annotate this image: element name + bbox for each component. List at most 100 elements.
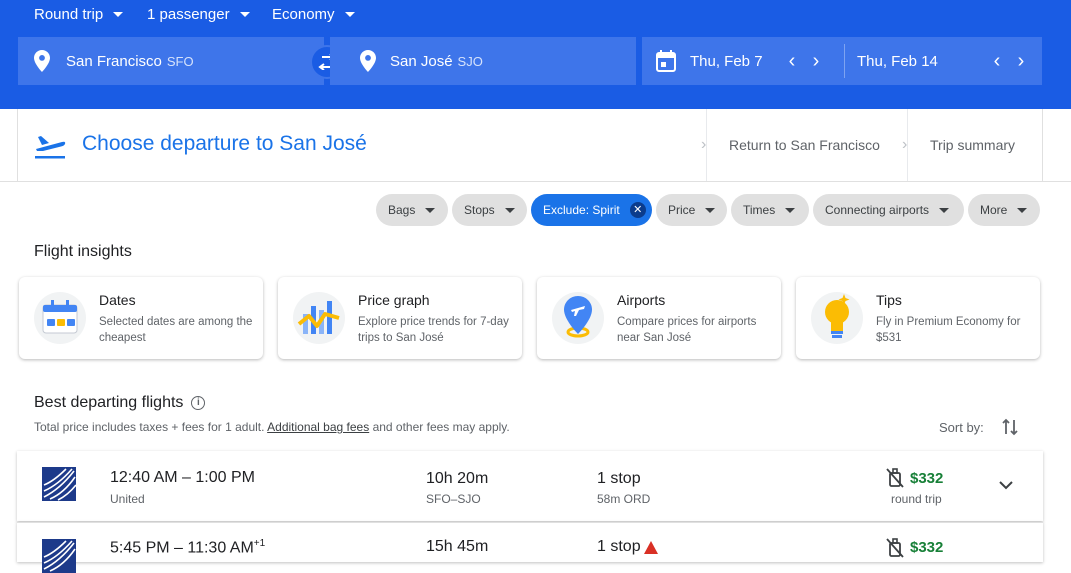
card-title: Dates bbox=[99, 292, 136, 308]
return-date[interactable]: Thu, Feb 14 bbox=[857, 53, 985, 70]
row-divider bbox=[17, 522, 1043, 523]
calendar-icon bbox=[34, 292, 86, 344]
no-carry-on-bag-icon bbox=[886, 538, 904, 558]
date-divider bbox=[844, 44, 845, 78]
results-heading: Best departing flights i bbox=[34, 394, 206, 412]
results-heading-text: Best departing flights bbox=[34, 394, 184, 411]
chip-label: Exclude: Spirit bbox=[543, 203, 620, 217]
more-filters[interactable]: More bbox=[968, 194, 1040, 226]
chevron-down-icon bbox=[705, 207, 716, 213]
price-note-suffix: and other fees may apply. bbox=[372, 420, 510, 434]
info-icon[interactable]: i bbox=[191, 396, 206, 410]
current-step-title: Choose departure to San José bbox=[82, 132, 367, 155]
airport-pin-icon bbox=[552, 292, 604, 344]
price-note-round-trip: round trip bbox=[891, 492, 942, 506]
card-title: Airports bbox=[617, 292, 666, 308]
sort-icon bbox=[1002, 418, 1018, 436]
step-chevron-icon: › bbox=[902, 136, 908, 154]
warning-icon bbox=[644, 541, 658, 554]
flight-duration: 10h 20m bbox=[426, 470, 489, 487]
search-bar: Round trip 1 passenger Economy San Franc… bbox=[0, 0, 1071, 109]
flight-duration: 15h 45m bbox=[426, 538, 489, 555]
price-filter[interactable]: Price bbox=[656, 194, 727, 226]
insight-card-price-graph[interactable]: Price graph Explore price trends for 7-d… bbox=[278, 277, 522, 359]
destination-city: San José bbox=[390, 52, 453, 70]
destination-code: SJO bbox=[457, 53, 483, 69]
flight-times: 12:40 AM – 1:00 PM bbox=[110, 469, 255, 486]
united-airlines-logo bbox=[42, 539, 76, 573]
step-chevron-icon: › bbox=[701, 136, 707, 154]
chip-label: Stops bbox=[464, 203, 495, 217]
airline-name: United bbox=[110, 492, 145, 506]
exclude-spirit-filter[interactable]: Exclude: Spirit ✕ bbox=[531, 194, 652, 226]
passengers-label: 1 passenger bbox=[147, 6, 230, 23]
price-note-text: Total price includes taxes + fees for 1 … bbox=[34, 420, 265, 434]
lightbulb-icon bbox=[811, 292, 863, 344]
cabin-class-label: Economy bbox=[272, 6, 335, 23]
trip-type-select[interactable]: Round trip bbox=[34, 6, 124, 23]
trip-type-label: Round trip bbox=[34, 6, 104, 23]
insight-card-dates[interactable]: Dates Selected dates are among the cheap… bbox=[19, 277, 263, 359]
header-divider bbox=[0, 181, 1071, 182]
bag-fees-link[interactable]: Additional bag fees bbox=[267, 420, 369, 434]
origin-code: SFO bbox=[166, 53, 194, 69]
next-date-button[interactable]: › bbox=[804, 50, 828, 73]
clear-filter-icon[interactable]: ✕ bbox=[629, 202, 646, 218]
previous-date-button[interactable]: ‹ bbox=[780, 50, 804, 73]
flight-times-text: 5:45 PM – 11:30 AM bbox=[110, 539, 254, 557]
flight-result-row[interactable]: 5:45 PM – 11:30 AM+1 15h 45m 1 stop $332 bbox=[17, 522, 1043, 573]
chevron-down-icon bbox=[239, 12, 250, 17]
previous-return-date-button[interactable]: ‹ bbox=[985, 50, 1009, 73]
chevron-down-icon bbox=[344, 12, 355, 17]
stop-count: 1 stop bbox=[597, 470, 641, 487]
chevron-down-icon bbox=[785, 207, 796, 213]
chevron-down-icon bbox=[425, 207, 436, 213]
return-step-link[interactable]: Return to San Francisco bbox=[729, 137, 880, 153]
price-note: Total price includes taxes + fees for 1 … bbox=[34, 420, 510, 434]
cabin-class-select[interactable]: Economy bbox=[272, 6, 355, 23]
chevron-down-icon bbox=[939, 207, 950, 213]
card-description: Explore price trends for 7-day trips to … bbox=[358, 316, 509, 344]
insight-card-tips[interactable]: Tips Fly in Premium Economy for $531 bbox=[796, 277, 1040, 359]
origin-city: San Francisco bbox=[66, 52, 162, 70]
flight-times: 5:45 PM – 11:30 AM+1 bbox=[110, 538, 265, 557]
depart-date[interactable]: Thu, Feb 7 bbox=[690, 53, 780, 70]
flight-result-row[interactable]: 12:40 AM – 1:00 PM United 10h 20m SFO–SJ… bbox=[17, 451, 1043, 521]
chevron-down-icon bbox=[1017, 207, 1028, 213]
stop-count: 1 stop bbox=[597, 538, 641, 555]
insights-heading: Flight insights bbox=[34, 243, 132, 260]
connecting-airports-filter[interactable]: Connecting airports bbox=[813, 194, 964, 226]
sort-label: Sort by: bbox=[939, 419, 984, 435]
sort-by-control[interactable]: Sort by: bbox=[939, 418, 1018, 436]
card-description: Fly in Premium Economy for $531 bbox=[876, 316, 1021, 344]
origin-field[interactable]: San Francisco SFO bbox=[18, 37, 324, 85]
next-return-date-button[interactable]: › bbox=[1009, 50, 1033, 73]
chip-label: Times bbox=[743, 203, 776, 217]
destination-field[interactable]: San José SJO bbox=[330, 37, 636, 85]
expand-chevron-icon[interactable] bbox=[999, 481, 1013, 490]
no-carry-on-bag-icon bbox=[886, 468, 904, 488]
times-filter[interactable]: Times bbox=[731, 194, 809, 226]
date-range-field: Thu, Feb 7 ‹ › Thu, Feb 14 ‹ › bbox=[642, 37, 1042, 85]
insight-card-airports[interactable]: Airports Compare prices for airports nea… bbox=[537, 277, 781, 359]
stops-filter[interactable]: Stops bbox=[452, 194, 527, 226]
trip-summary-link[interactable]: Trip summary bbox=[930, 137, 1015, 153]
chart-icon bbox=[293, 292, 345, 344]
card-title: Tips bbox=[876, 292, 902, 308]
location-pin-icon bbox=[360, 50, 376, 72]
flight-price: $332 bbox=[910, 539, 944, 556]
location-pin-icon bbox=[34, 50, 50, 72]
day-offset: +1 bbox=[253, 538, 266, 549]
card-description: Selected dates are among the cheapest bbox=[99, 316, 253, 344]
calendar-icon bbox=[656, 50, 676, 72]
chevron-down-icon bbox=[113, 12, 124, 17]
flight-route: SFO–SJO bbox=[426, 492, 481, 506]
passengers-select[interactable]: 1 passenger bbox=[147, 6, 250, 23]
united-airlines-logo bbox=[42, 467, 76, 501]
chip-label: Connecting airports bbox=[825, 203, 930, 217]
chevron-down-icon bbox=[504, 207, 515, 213]
card-description: Compare prices for airports near San Jos… bbox=[617, 316, 757, 344]
bags-filter[interactable]: Bags bbox=[376, 194, 448, 226]
booking-steps: Choose departure to San José › Return to… bbox=[17, 109, 1043, 182]
chip-label: Bags bbox=[388, 203, 416, 217]
